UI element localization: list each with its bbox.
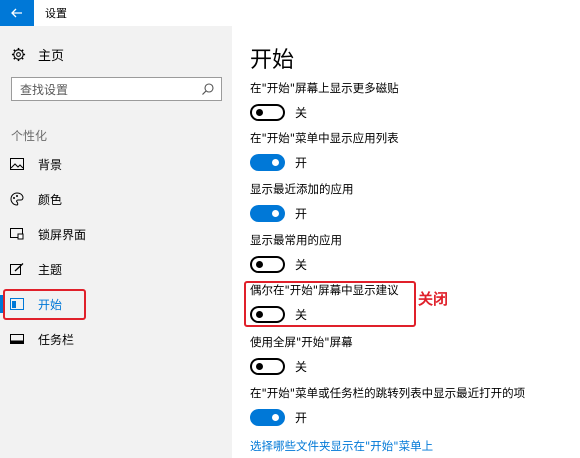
window-title: 设置 — [45, 7, 67, 20]
sidebar: 主页 查找设置 个性化 背景 颜色 锁屏界面 主题 开始 任务栏 — [0, 26, 232, 458]
toggle-switch[interactable] — [250, 408, 285, 426]
search-icon — [202, 83, 214, 95]
setting-jump-list-recent: 在"开始"菜单或任务栏的跳转列表中显示最近打开的项 开 — [250, 385, 570, 426]
back-button[interactable] — [0, 0, 34, 26]
toggle-state: 开 — [295, 155, 308, 170]
search-input[interactable]: 查找设置 — [11, 77, 222, 101]
setting-label: 在"开始"菜单中显示应用列表 — [250, 131, 399, 145]
theme-icon — [10, 262, 24, 276]
setting-label: 使用全屏"开始"屏幕 — [250, 335, 353, 349]
setting-label: 在"开始"屏幕上显示更多磁贴 — [250, 81, 399, 95]
palette-icon — [10, 192, 24, 206]
annotation-text: 关闭 — [418, 290, 449, 308]
section-label-personalization: 个性化 — [11, 129, 48, 143]
toggle-state: 关 — [295, 257, 308, 272]
sidebar-item-label: 背景 — [38, 157, 63, 172]
sidebar-item-themes[interactable]: 主题 — [0, 254, 232, 284]
sidebar-item-lock-screen[interactable]: 锁屏界面 — [0, 219, 232, 249]
toggle-switch[interactable] — [250, 153, 285, 171]
image-icon — [10, 157, 24, 171]
lock-screen-icon — [10, 227, 24, 241]
sidebar-item-taskbar[interactable]: 任务栏 — [0, 324, 232, 354]
sidebar-item-home[interactable]: 主页 — [10, 44, 64, 64]
setting-more-tiles: 在"开始"屏幕上显示更多磁贴 关 — [250, 80, 570, 121]
title-bar: 设置 — [0, 0, 580, 26]
setting-label: 在"开始"菜单或任务栏的跳转列表中显示最近打开的项 — [250, 386, 526, 400]
back-arrow-icon — [11, 8, 22, 18]
setting-label: 显示最常用的应用 — [250, 233, 342, 247]
sidebar-item-label: 主题 — [38, 262, 63, 277]
sidebar-home-label: 主页 — [38, 48, 65, 64]
setting-recently-added: 显示最近添加的应用 开 — [250, 181, 570, 222]
toggle-switch[interactable] — [250, 103, 285, 121]
toggle-state: 关 — [295, 105, 308, 120]
setting-label: 显示最近添加的应用 — [250, 182, 354, 196]
choose-folders-link[interactable]: 选择哪些文件夹显示在"开始"菜单上 — [250, 438, 433, 454]
gear-icon — [10, 46, 26, 62]
setting-full-screen-start: 使用全屏"开始"屏幕 关 — [250, 334, 570, 375]
sidebar-item-label: 颜色 — [38, 192, 63, 207]
taskbar-icon — [10, 332, 24, 346]
highlight-box-start-nav — [3, 289, 86, 320]
setting-most-used: 显示最常用的应用 关 — [250, 232, 570, 273]
setting-show-app-list: 在"开始"菜单中显示应用列表 开 — [250, 130, 570, 171]
toggle-state: 开 — [295, 410, 308, 425]
sidebar-item-background[interactable]: 背景 — [0, 149, 232, 179]
toggle-state: 关 — [295, 359, 308, 374]
toggle-switch[interactable] — [250, 204, 285, 222]
page-title: 开始 — [250, 48, 295, 73]
main-content: 开始 在"开始"屏幕上显示更多磁贴 关 在"开始"菜单中显示应用列表 开 显示最… — [232, 26, 580, 458]
toggle-switch[interactable] — [250, 357, 285, 375]
toggle-switch[interactable] — [250, 255, 285, 273]
highlight-box-suggestions — [244, 281, 416, 327]
search-placeholder: 查找设置 — [20, 82, 69, 97]
sidebar-item-label: 锁屏界面 — [38, 227, 87, 242]
sidebar-item-colors[interactable]: 颜色 — [0, 184, 232, 214]
toggle-state: 开 — [295, 206, 308, 221]
sidebar-item-label: 任务栏 — [38, 332, 75, 347]
